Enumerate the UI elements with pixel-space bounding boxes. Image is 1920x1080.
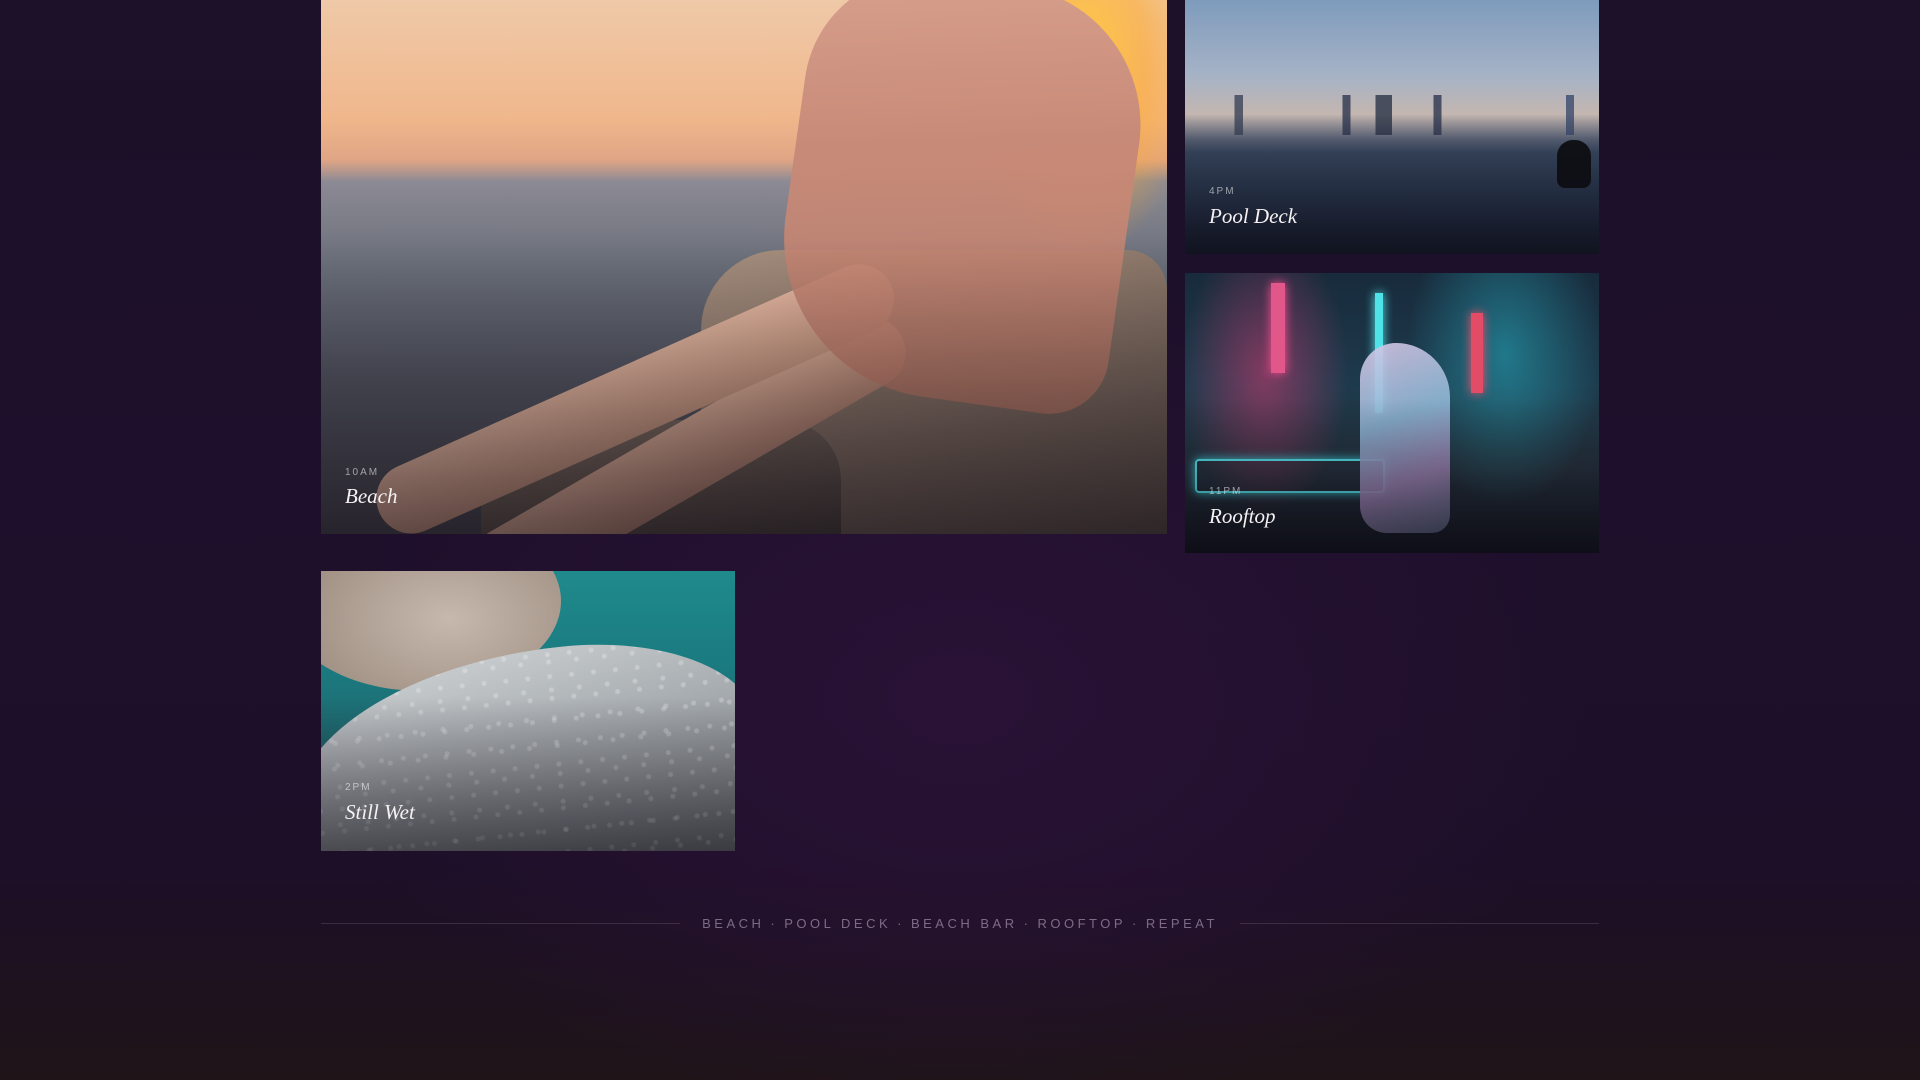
separator: · [897, 915, 905, 931]
card-shade [321, 697, 735, 851]
route-item-repeat[interactable]: REPEAT [1146, 916, 1218, 931]
route-list: BEACH · POOL DECK · BEACH BAR · ROOFTOP · REPEAT [702, 916, 1218, 931]
card-title: Still Wet [345, 800, 415, 824]
route-item-beach-bar[interactable]: BEACH BAR [911, 916, 1018, 931]
card-time: 2PM [345, 782, 372, 793]
card-shade [1185, 399, 1599, 553]
route-item-pool-deck[interactable]: POOL DECK [784, 916, 891, 931]
card-shade [1185, 114, 1599, 254]
photo-card-still-wet[interactable]: 2PM Still Wet [321, 571, 735, 851]
divider-line [321, 922, 681, 924]
photo-neon-sign [1271, 283, 1285, 373]
card-title: Rooftop [1209, 504, 1276, 528]
footer-route-nav: BEACH · POOL DECK · BEACH BAR · ROOFTOP · REPEAT [321, 912, 1600, 934]
separator: · [1132, 915, 1140, 931]
card-title: Beach [345, 484, 398, 508]
photo-card-pool-deck[interactable]: 4PM Pool Deck [1185, 0, 1599, 254]
route-item-beach[interactable]: BEACH [702, 916, 764, 931]
photo-card-beach[interactable]: 10AM Beach [321, 0, 1167, 534]
photo-neon-sign [1471, 313, 1483, 393]
card-time: 10AM [345, 467, 380, 478]
card-shade [321, 240, 1167, 534]
card-time: 11PM [1209, 486, 1243, 497]
divider-line [1239, 922, 1600, 924]
separator: · [770, 915, 779, 931]
card-time: 4PM [1209, 186, 1236, 197]
separator: · [1023, 915, 1032, 931]
photo-card-rooftop[interactable]: 11PM Rooftop [1185, 273, 1599, 553]
card-title: Pool Deck [1209, 204, 1298, 228]
gallery: 10AM Beach 4PM Pool Deck 11PM Rooftop 2P… [0, 0, 1920, 1080]
route-item-rooftop[interactable]: ROOFTOP [1037, 916, 1126, 931]
